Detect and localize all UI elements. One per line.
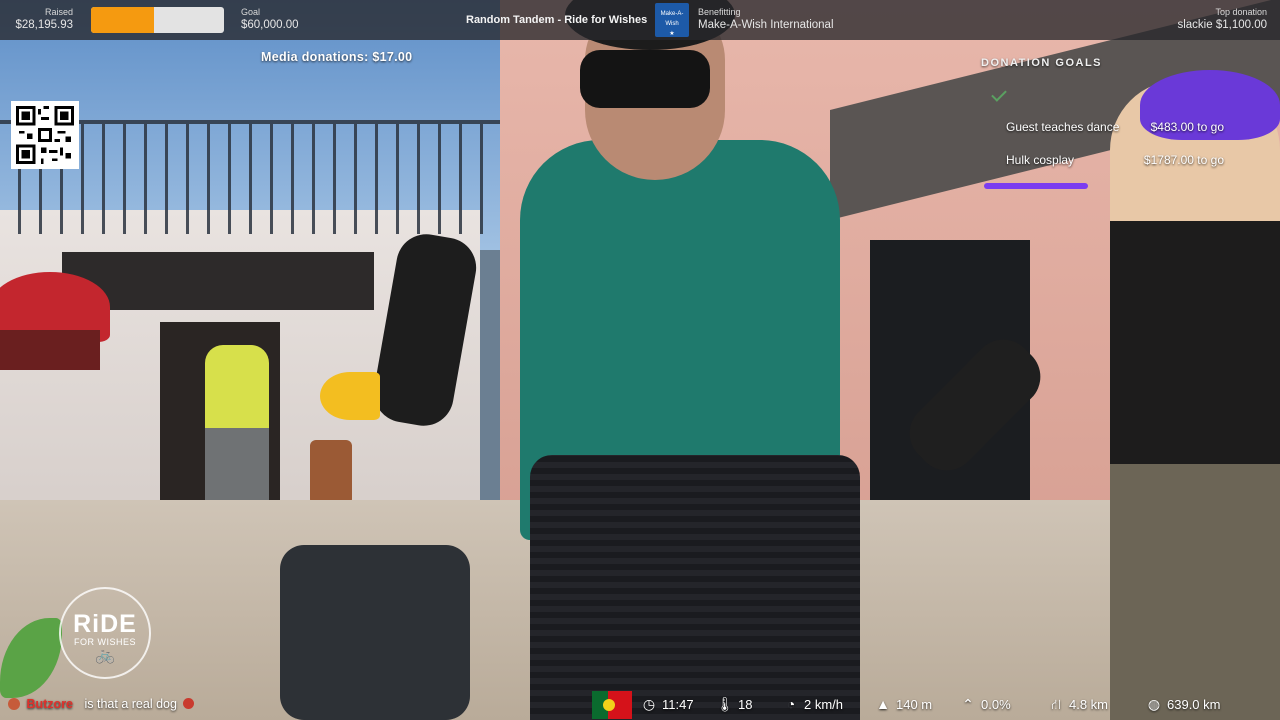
time-value: 11:47 — [662, 697, 694, 712]
qr-code-image — [16, 106, 74, 164]
goal-block: Goal $60,000.00 — [241, 7, 299, 31]
progress-fill — [91, 7, 154, 33]
benefitting-block: Benefitting Make-A-Wish International — [698, 7, 834, 31]
benefitting-value: Make-A-Wish International — [698, 19, 834, 31]
stream-title: Random Tandem - Ride for Wishes — [466, 14, 648, 26]
stat-distance-total: ◍ 639.0 km — [1145, 696, 1221, 713]
grade-icon: ⌃ — [962, 696, 974, 712]
make-a-wish-logo-text: Make-A-Wish — [660, 11, 684, 27]
thermometer-icon: 🌡 — [716, 696, 734, 712]
chat-message: Butzore is that a real dog — [8, 697, 195, 711]
donation-goal-row: Hulk cosplay $1787.00 to go — [1006, 153, 1224, 169]
stat-speed: ◔ 2 km/h — [782, 696, 843, 712]
goal-name: Hulk cosplay — [1006, 153, 1075, 167]
plant-pot — [310, 440, 352, 505]
benefitting-label: Benefitting — [698, 7, 741, 17]
grade-value: 0.0% — [981, 697, 1011, 712]
donation-goals-title: DONATION GOALS — [981, 57, 1103, 69]
goal-label: Goal — [241, 7, 261, 17]
ride-for-wishes-logo: RiDE FOR WISHES 🚲 — [59, 587, 151, 679]
temperature-value: 18 — [738, 697, 753, 712]
distance-day-value: 4.8 km — [1069, 697, 1109, 712]
road-icon: ⛙ — [1051, 696, 1061, 712]
altitude-value: 140 m — [896, 697, 933, 712]
top-donation-label: Top donation — [1215, 7, 1267, 17]
stat-grade: ⌃ 0.0% — [959, 696, 1011, 713]
speedometer-icon: ◔ — [786, 696, 796, 712]
globe-icon: ◍ — [1147, 696, 1161, 712]
qr-code — [11, 101, 79, 169]
logo-main-text: RiDE — [73, 610, 137, 638]
awning-sign — [0, 330, 100, 370]
stat-temperature: 🌡 18 — [716, 696, 752, 713]
goal-name: Guest teaches dance — [1006, 120, 1120, 134]
bicycle-icon: 🚲 — [95, 647, 115, 664]
mountain-icon: ▲ — [876, 696, 890, 712]
chat-badge-icon — [8, 698, 20, 710]
stream-video — [0, 0, 1280, 720]
top-bar: Raised $28,195.93 Goal $60,000.00 Random… — [0, 0, 1280, 40]
fundraising-progress-bar — [91, 7, 224, 33]
companion-person — [1110, 80, 1280, 720]
chat-username: Butzore — [26, 697, 74, 711]
top-donation-block: Top donation slackie $1,100.00 — [1177, 7, 1267, 31]
speed-value: 2 km/h — [804, 697, 844, 712]
cyclist-sunglasses — [580, 50, 710, 108]
logo-sub-text: FOR WISHES — [73, 637, 136, 647]
distance-total-value: 639.0 km — [1167, 697, 1221, 712]
stat-altitude: ▲ 140 m — [874, 696, 932, 712]
make-a-wish-logo: Make-A-Wish ★ — [655, 3, 689, 37]
stat-distance-day: ⛙ 4.8 km — [1047, 696, 1108, 715]
media-donations-text: Media donations: $17.00 — [261, 50, 413, 64]
raised-label: Raised — [44, 7, 73, 17]
horn — [320, 372, 380, 420]
recumbent-seat — [530, 455, 860, 720]
raised-block: Raised $28,195.93 — [0, 7, 73, 31]
goal-amount: $1787.00 to go — [1143, 153, 1224, 167]
stat-time: ◷ 11:47 — [640, 696, 694, 713]
goal-value: $60,000.00 — [241, 19, 299, 31]
top-donation-value: slackie $1,100.00 — [1177, 19, 1267, 31]
portugal-flag-icon — [592, 691, 632, 719]
raised-value: $28,195.93 — [15, 19, 73, 31]
chat-text: is that a real dog — [84, 697, 177, 711]
goal-amount: $483.00 to go — [1150, 120, 1224, 134]
chat-emote-icon — [183, 698, 195, 709]
clock-icon: ◷ — [642, 696, 656, 712]
goal-progress-bar — [984, 183, 1088, 189]
pannier-bag — [280, 545, 470, 720]
donation-goal-row: Guest teaches dance $483.00 to go — [1006, 120, 1224, 136]
